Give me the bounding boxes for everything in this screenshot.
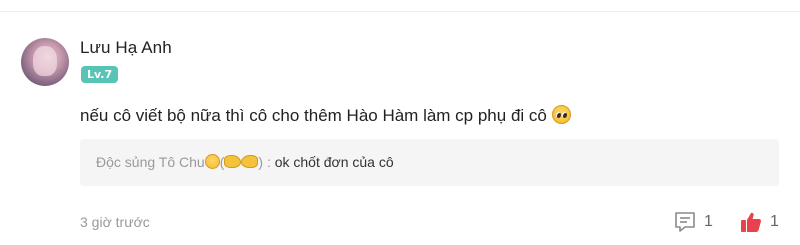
reply-author-close-paren: ) bbox=[258, 154, 264, 170]
reply-box[interactable]: Độc sủng Tô Chu() : ok chốt đơn của cô bbox=[80, 139, 779, 186]
pleading-face-icon bbox=[551, 105, 571, 124]
comment-bubble-icon bbox=[675, 212, 695, 232]
avatar[interactable] bbox=[21, 38, 69, 86]
like-button[interactable]: 1 bbox=[739, 210, 779, 234]
thumbs-up-icon bbox=[741, 212, 761, 232]
like-count: 1 bbox=[770, 213, 779, 230]
comment-text: nếu cô viết bộ nữa thì cô cho thêm Hào H… bbox=[80, 106, 547, 125]
kissing-face-icon bbox=[204, 154, 220, 169]
pointing-right-icon bbox=[224, 155, 242, 168]
reply-separator: : bbox=[266, 154, 271, 170]
reply-author[interactable]: Độc sủng Tô Chu bbox=[96, 154, 205, 170]
reply-count: 1 bbox=[704, 213, 713, 230]
reply-button[interactable]: 1 bbox=[673, 210, 713, 234]
reply-content: Độc sủng Tô Chu() : ok chốt đơn của cô bbox=[96, 154, 394, 170]
reply-text: ok chốt đơn của cô bbox=[274, 154, 394, 170]
top-divider bbox=[0, 11, 800, 12]
level-badge: Lv.7 bbox=[81, 66, 119, 83]
comment-timestamp: 3 giờ trước bbox=[80, 214, 150, 230]
pointing-left-icon bbox=[241, 155, 259, 168]
comment-text-row: nếu cô viết bộ nữa thì cô cho thêm Hào H… bbox=[80, 105, 571, 126]
comment-author[interactable]: Lưu Hạ Anh bbox=[80, 38, 172, 58]
